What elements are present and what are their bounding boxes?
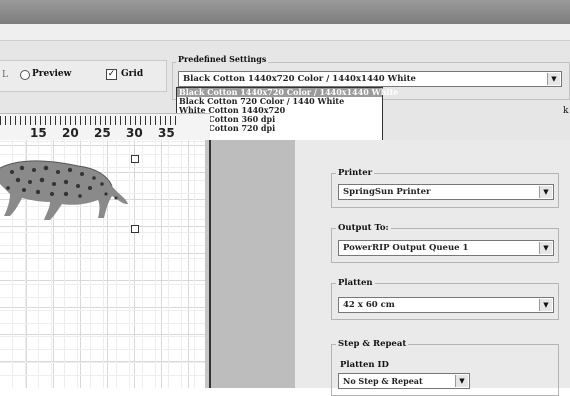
chevron-down-icon[interactable]: ▼ xyxy=(547,73,560,85)
ruler-label: 35 xyxy=(158,126,175,140)
platten-select[interactable]: 42 x 60 cm ▼ xyxy=(338,297,554,313)
gray-gutter xyxy=(211,140,295,388)
platten-label: Platten xyxy=(336,278,375,288)
chevron-down-icon[interactable]: ▼ xyxy=(539,186,552,198)
printer-select[interactable]: SpringSun Printer ▼ xyxy=(338,184,554,200)
platten-id-label: Platten ID xyxy=(338,360,391,370)
step-repeat-label: Step & Repeat xyxy=(336,339,409,349)
printer-value: SpringSun Printer xyxy=(343,187,431,197)
toolbar-label-fragment: L xyxy=(2,70,8,80)
predefined-settings-select[interactable]: Black Cotton 1440x720 Color / 1440x1440 … xyxy=(178,71,562,87)
printer-label: Printer xyxy=(336,168,375,178)
ruler-ticks xyxy=(0,116,176,125)
view-options-box: L Preview ✓ Grid xyxy=(0,60,167,92)
output-label: Output To: xyxy=(336,223,391,233)
menu-strip xyxy=(0,24,570,41)
resize-handle[interactable] xyxy=(131,225,139,233)
preview-radio[interactable] xyxy=(20,70,30,80)
resize-handle[interactable] xyxy=(131,155,139,163)
predefined-settings-value: Black Cotton 1440x720 Color / 1440x1440 … xyxy=(183,74,416,84)
output-value: PowerRIP Output Queue 1 xyxy=(343,243,469,253)
grid-checkbox[interactable]: ✓ xyxy=(106,69,117,80)
title-bar xyxy=(0,0,570,24)
ruler-label: 30 xyxy=(126,126,143,140)
clipped-label-fragment: k xyxy=(563,106,569,116)
chevron-down-icon[interactable]: ▼ xyxy=(539,242,552,254)
chevron-down-icon[interactable]: ▼ xyxy=(539,299,552,311)
grid-label[interactable]: Grid xyxy=(121,69,143,79)
ruler-label: 15 xyxy=(30,126,47,140)
chevron-down-icon[interactable]: ▼ xyxy=(455,375,468,387)
platten-value: 42 x 60 cm xyxy=(343,300,395,310)
leopard-image[interactable] xyxy=(0,158,135,228)
predefined-settings-label: Predefined Settings xyxy=(176,54,269,64)
platten-id-value: No Step & Repeat xyxy=(343,376,423,386)
platten-id-select[interactable]: No Step & Repeat ▼ xyxy=(338,373,470,389)
view-options-toolbar: L Preview ✓ Grid xyxy=(0,60,170,92)
output-select[interactable]: PowerRIP Output Queue 1 ▼ xyxy=(338,240,554,256)
preview-label[interactable]: Preview xyxy=(32,69,71,79)
ruler-label: 25 xyxy=(94,126,111,140)
horizontal-ruler: 15 20 25 30 35 xyxy=(0,113,210,141)
ruler-label: 20 xyxy=(62,126,79,140)
